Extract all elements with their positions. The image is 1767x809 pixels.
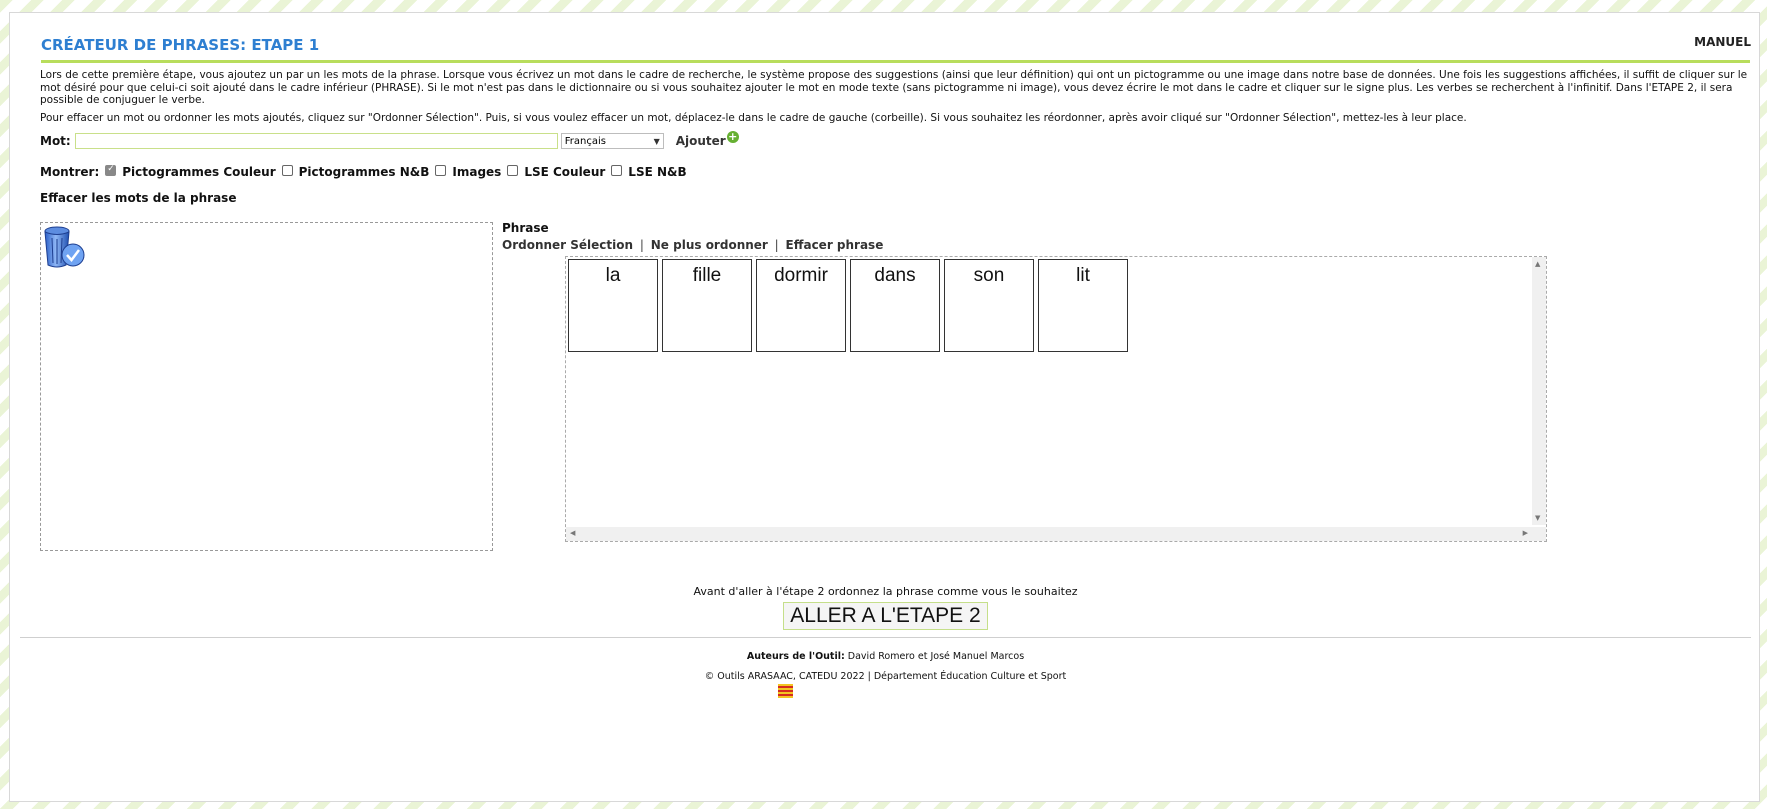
checkbox-pictograms-bw[interactable] bbox=[281, 164, 293, 176]
link-separator: | bbox=[639, 238, 644, 252]
checkbox-pictograms-color[interactable] bbox=[105, 164, 117, 176]
order-selection-link[interactable]: Ordonner Sélection bbox=[502, 238, 633, 252]
phrase-label: Phrase bbox=[502, 221, 549, 235]
vertical-scrollbar[interactable]: ▲ ▼ bbox=[1532, 257, 1546, 525]
footer-divider bbox=[20, 637, 1751, 638]
scroll-up-icon[interactable]: ▲ bbox=[1535, 260, 1540, 268]
show-options-row: Montrer: Pictogrammes Couleur Pictogramm… bbox=[40, 164, 687, 180]
scroll-down-icon[interactable]: ▼ bbox=[1535, 514, 1540, 522]
checkbox-images[interactable] bbox=[435, 164, 447, 176]
option-label-lse-color: LSE Couleur bbox=[524, 165, 606, 179]
page-title: CRÉATEUR DE PHRASES: ETAPE 1 bbox=[41, 36, 320, 54]
language-select[interactable]: Français ▼ bbox=[560, 133, 664, 149]
authors-names: David Romero et José Manuel Marcos bbox=[847, 651, 1025, 662]
main-panel: CRÉATEUR DE PHRASES: ETAPE 1 MANUEL Lors… bbox=[9, 12, 1760, 802]
instructions: Lors de cette première étape, vous ajout… bbox=[40, 69, 1750, 129]
checkbox-lse-bw[interactable] bbox=[611, 164, 623, 176]
trash-dropzone[interactable] bbox=[40, 222, 493, 551]
phrase-actions: Ordonner Sélection | Ne plus ordonner | … bbox=[502, 238, 883, 252]
next-step-wrapper: ALLER A L'ETAPE 2 bbox=[10, 602, 1761, 630]
instructions-paragraph-1: Lors de cette première étape, vous ajout… bbox=[40, 69, 1748, 106]
language-selected-value: Français bbox=[564, 135, 606, 147]
title-divider bbox=[41, 60, 1750, 63]
word-cards: la fille dormir dans son lit bbox=[568, 259, 1132, 352]
footer-authors: Auteurs de l'Outil: David Romero et José… bbox=[10, 651, 1761, 662]
horizontal-scrollbar[interactable]: ◀ ▶ bbox=[566, 527, 1546, 541]
go-to-step-2-button[interactable]: ALLER A L'ETAPE 2 bbox=[783, 602, 988, 630]
footer-copyright: © Outils ARASAAC, CATEDU 2022 | Départem… bbox=[704, 671, 1067, 682]
option-label-pictograms-bw: Pictogrammes N&B bbox=[298, 165, 430, 179]
scroll-right-icon[interactable]: ▶ bbox=[1523, 529, 1528, 537]
option-label-lse-bw: LSE N&B bbox=[628, 165, 687, 179]
phrase-dropzone[interactable]: la fille dormir dans son lit ▲ ▼ ◀ ▶ bbox=[565, 256, 1547, 542]
instructions-paragraph-2: Pour effacer un mot ou ordonner les mots… bbox=[40, 111, 1467, 124]
trash-icon bbox=[44, 226, 85, 268]
chevron-down-icon: ▼ bbox=[653, 136, 660, 146]
word-card[interactable]: fille bbox=[662, 259, 752, 352]
authors-label: Auteurs de l'Outil: bbox=[746, 651, 845, 662]
word-card[interactable]: dormir bbox=[756, 259, 846, 352]
add-word-label[interactable]: Ajouter bbox=[676, 134, 726, 148]
word-card[interactable]: dans bbox=[850, 259, 940, 352]
next-step-hint: Avant d'aller à l'étape 2 ordonnez la ph… bbox=[693, 585, 1078, 598]
clear-phrase-link[interactable]: Effacer phrase bbox=[786, 238, 884, 252]
stop-ordering-link[interactable]: Ne plus ordonner bbox=[651, 238, 768, 252]
checkbox-lse-color[interactable] bbox=[507, 164, 519, 176]
word-card[interactable]: son bbox=[944, 259, 1034, 352]
word-label: Mot: bbox=[40, 134, 71, 148]
trash-label: Effacer les mots de la phrase bbox=[40, 191, 237, 205]
link-separator: | bbox=[774, 238, 779, 252]
option-label-pictograms-color: Pictogrammes Couleur bbox=[122, 165, 276, 179]
scroll-left-icon[interactable]: ◀ bbox=[570, 529, 575, 537]
manual-link[interactable]: MANUEL bbox=[1694, 35, 1751, 49]
show-label: Montrer: bbox=[40, 165, 100, 179]
word-search-input[interactable] bbox=[74, 133, 558, 149]
option-label-images: Images bbox=[452, 165, 502, 179]
word-card[interactable]: la bbox=[568, 259, 658, 352]
aragon-flag-icon bbox=[778, 684, 793, 698]
add-plus-icon[interactable]: + bbox=[726, 131, 739, 143]
word-search-row: Mot: Français ▼ Ajouter + bbox=[40, 131, 739, 150]
word-card[interactable]: lit bbox=[1038, 259, 1128, 352]
